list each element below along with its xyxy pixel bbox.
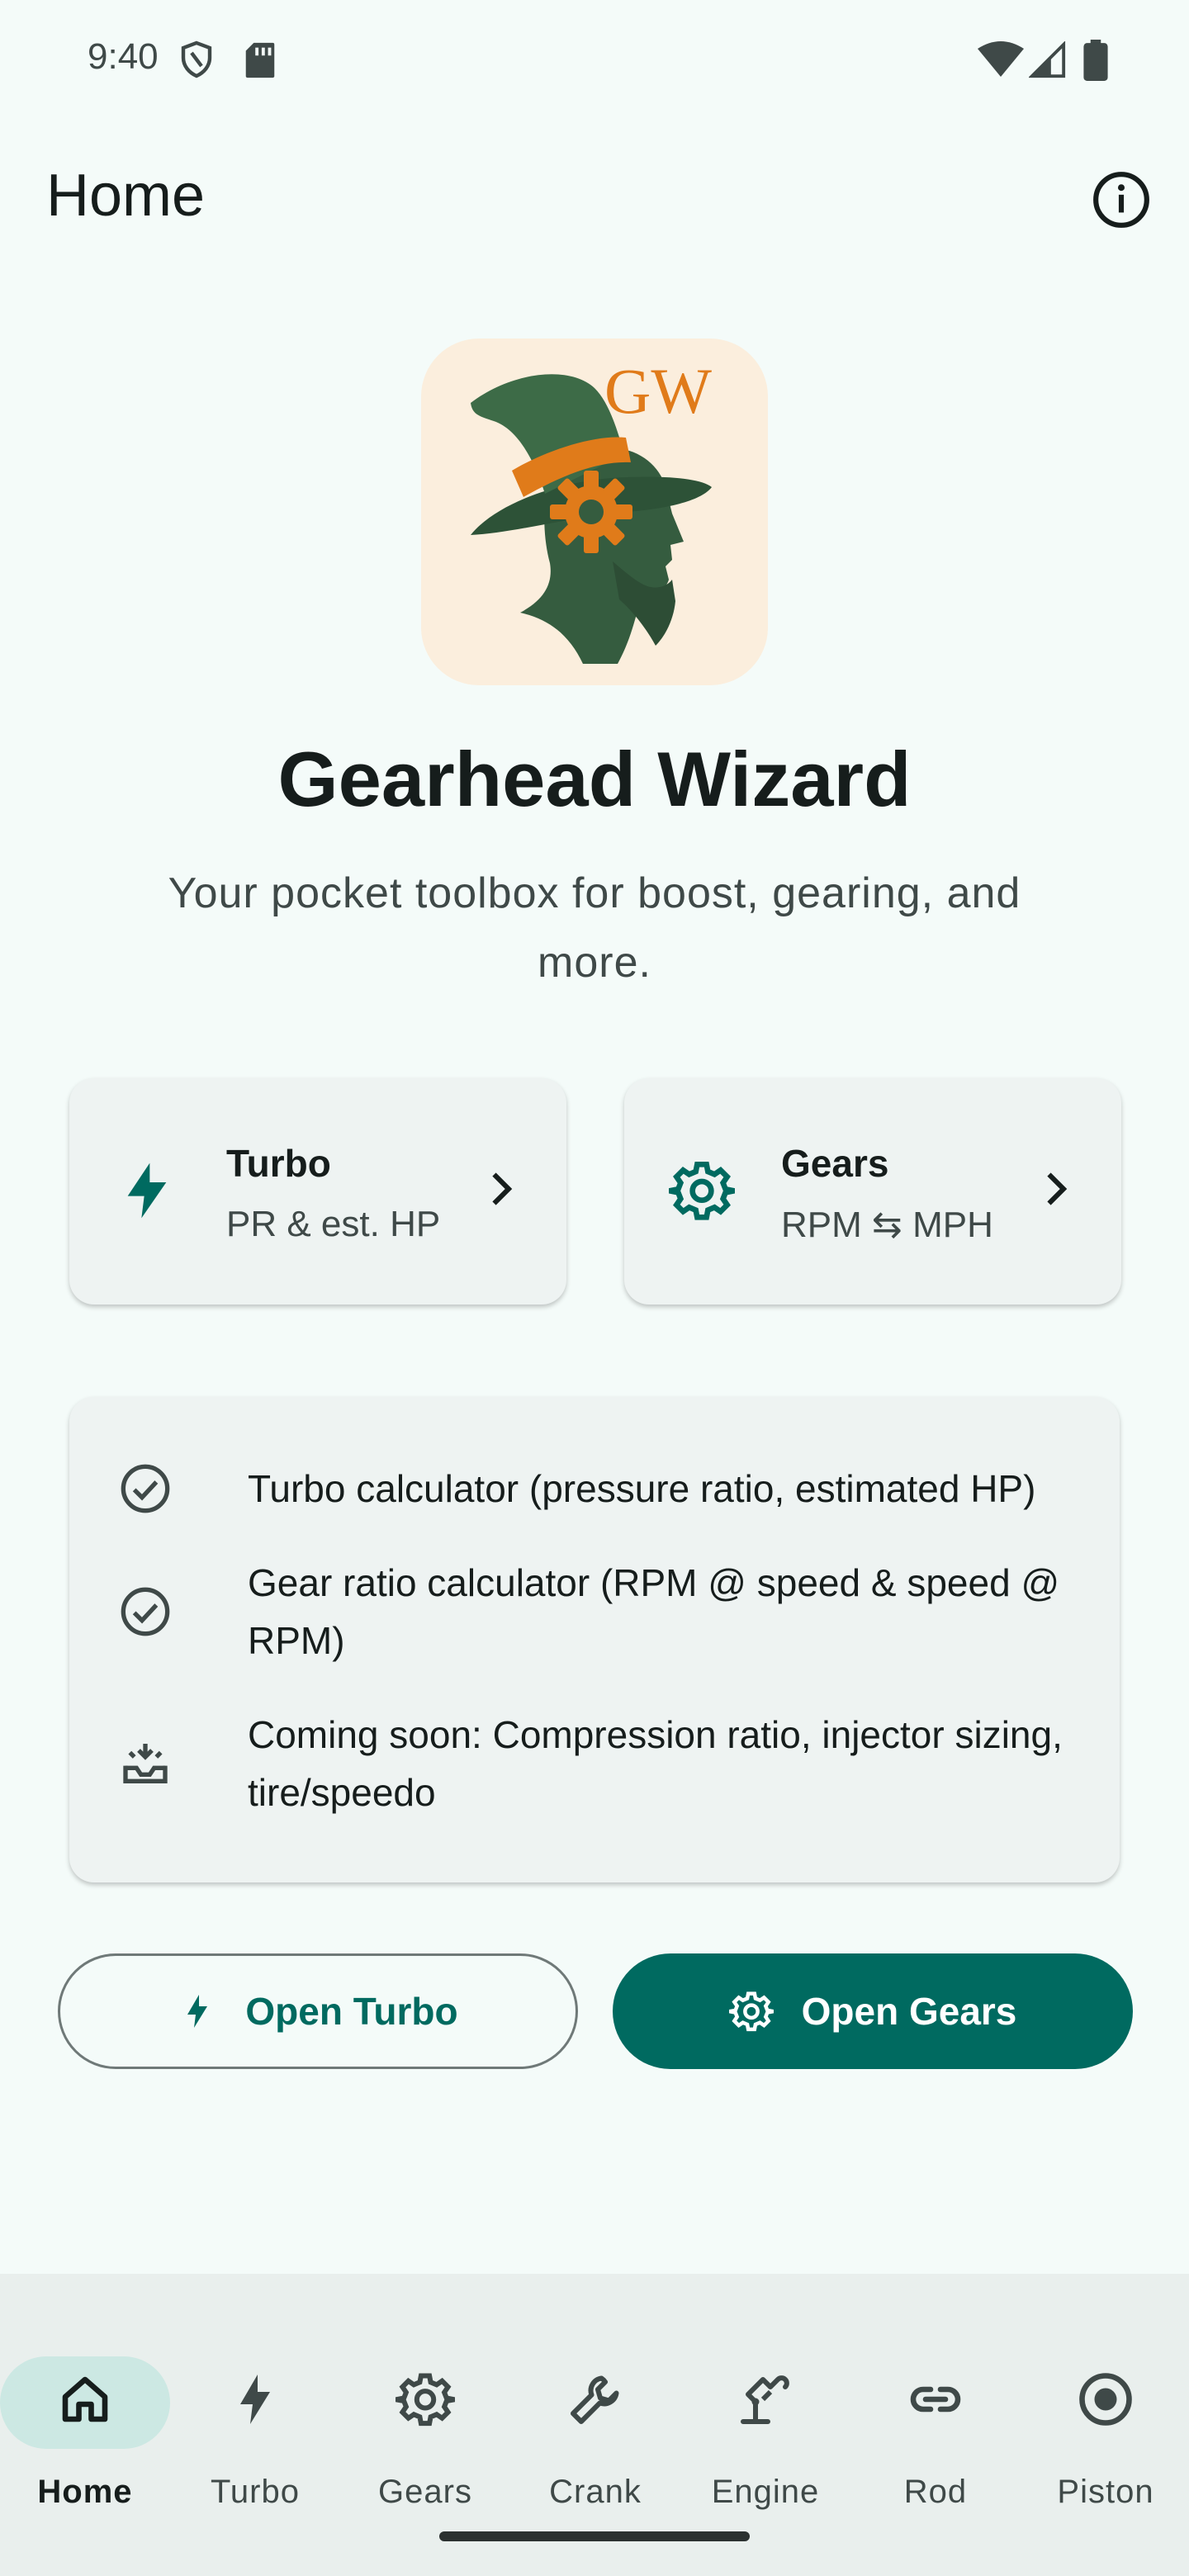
gear-icon: [396, 2373, 455, 2427]
nav-label: Gears: [378, 2474, 472, 2510]
page-title: Home: [46, 163, 206, 229]
card-subtitle: PR & est. HP: [226, 1204, 441, 1244]
turbo-card[interactable]: Turbo PR & est. HP: [69, 1078, 566, 1305]
nav-label: Home: [37, 2474, 133, 2510]
open-turbo-label: Open Turbo: [245, 1990, 458, 2033]
nav-label: Crank: [549, 2474, 642, 2510]
status-bar: 9:40: [0, 0, 1189, 116]
tagline: Your pocket toolbox for boost, gearing, …: [168, 869, 1021, 987]
nav-label: Turbo: [210, 2474, 300, 2510]
logo-monogram: GW: [604, 355, 712, 427]
card-title: Turbo: [226, 1142, 331, 1185]
open-gears-label: Open Gears: [801, 1990, 1017, 2033]
gesture-bar[interactable]: [439, 2531, 750, 2541]
check-circle-icon: [121, 1587, 170, 1636]
home-icon: [62, 2376, 108, 2422]
bolt-icon: [127, 1163, 167, 1219]
bolt-icon: [240, 2375, 270, 2424]
bolt-icon: [187, 1995, 208, 2028]
status-time: 9:40: [88, 36, 159, 77]
nav-label: Piston: [1057, 2474, 1154, 2510]
app-logo: GW: [421, 339, 768, 685]
feature-text: Turbo calculator (pressure ratio, estima…: [248, 1467, 1036, 1510]
info-icon: [1093, 172, 1149, 228]
gear-icon: [669, 1162, 735, 1220]
check-circle-icon: [121, 1464, 170, 1513]
nav-label: Engine: [711, 2474, 820, 2510]
card-title: Gears: [781, 1142, 889, 1185]
nav-item-piston[interactable]: Piston: [1021, 2315, 1189, 2510]
gear-icon: [728, 1991, 774, 2032]
shield-icon: [181, 40, 212, 78]
info-button[interactable]: [1088, 167, 1154, 233]
nav-item-home[interactable]: Home: [0, 2315, 170, 2510]
chevron-right-icon: [492, 1172, 513, 1205]
battery-icon: [1083, 40, 1108, 81]
feature-text: Coming soon: Compression ratio, injector…: [248, 1713, 1063, 1814]
sd-card-icon: [245, 42, 275, 78]
signal-icon: [1029, 41, 1066, 78]
wifi-icon: [978, 41, 1024, 77]
nav-item-turbo[interactable]: Turbo: [170, 2315, 340, 2510]
open-turbo-button[interactable]: Open Turbo: [58, 1953, 578, 2069]
wrench-icon: [571, 2375, 619, 2424]
app-name: Gearhead Wizard: [277, 736, 912, 822]
gears-card[interactable]: Gears RPM ⇆ MPH: [624, 1078, 1121, 1305]
nav-item-rod[interactable]: Rod: [850, 2315, 1021, 2510]
feature-text: Gear ratio calculator (RPM @ speed & spe…: [248, 1561, 1060, 1662]
nav-item-gears[interactable]: Gears: [340, 2315, 510, 2510]
card-subtitle: RPM ⇆ MPH: [781, 1205, 993, 1245]
nav-item-engine[interactable]: Engine: [680, 2315, 850, 2510]
open-gears-button[interactable]: Open Gears: [613, 1953, 1133, 2069]
link-icon: [910, 2386, 961, 2413]
nav-item-crank[interactable]: Crank: [510, 2315, 680, 2510]
engine-icon: [741, 2375, 789, 2424]
wizard-logo-icon: GW: [471, 355, 712, 664]
features-card: Turbo calculator (pressure ratio, estima…: [69, 1397, 1120, 1882]
nav-label: Rod: [903, 2474, 968, 2510]
piston-icon: [1079, 2373, 1132, 2426]
inbox-icon: [123, 1744, 168, 1783]
chevron-right-icon: [1047, 1172, 1068, 1205]
